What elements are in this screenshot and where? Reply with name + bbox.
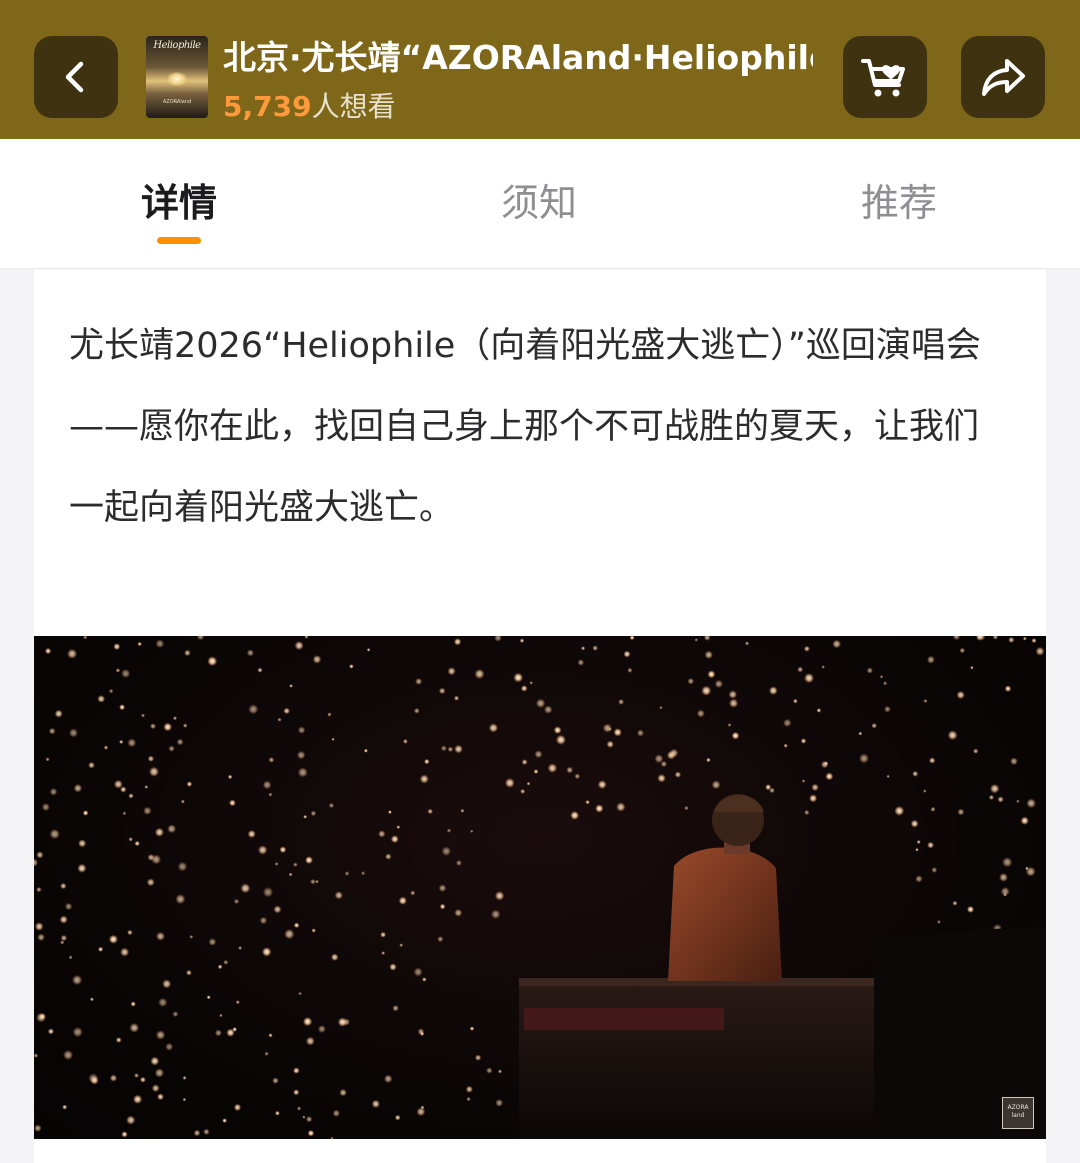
cart-button[interactable] xyxy=(843,36,927,118)
concert-photo: AZORA land xyxy=(34,636,1046,1139)
poster-small-logo: AZORAland xyxy=(162,99,192,105)
poster-logo: Heliophile xyxy=(153,40,201,51)
photo-watermark: AZORA land xyxy=(1002,1097,1034,1129)
want-to-see: 5,739人想看 xyxy=(223,88,396,126)
piano xyxy=(519,926,1046,1139)
concert-scene xyxy=(34,636,1046,1139)
tab-bar: 详情 须知 推荐 xyxy=(0,139,1080,269)
share-button[interactable] xyxy=(961,36,1045,118)
tab-notice[interactable]: 须知 xyxy=(449,177,629,229)
event-description: 尤长靖2026“Heliophile（向着阳光盛大逃亡）”巡回演唱会——愿你在此… xyxy=(69,326,981,528)
pianist xyxy=(668,794,782,981)
tab-recommend[interactable]: 推荐 xyxy=(809,177,989,229)
detail-card: 尤长靖2026“Heliophile（向着阳光盛大逃亡）”巡回演唱会——愿你在此… xyxy=(34,270,1046,1163)
active-tab-indicator xyxy=(157,237,201,244)
event-title: 北京·尤长靖“AZORAland·Heliophile… xyxy=(223,38,813,77)
event-poster-thumbnail[interactable]: Heliophile AZORAland xyxy=(146,36,208,118)
want-count: 5,739 xyxy=(223,90,312,123)
top-bar: Heliophile AZORAland 北京·尤长靖“AZORAland·He… xyxy=(0,0,1080,139)
poster-sun xyxy=(167,72,187,86)
back-button[interactable] xyxy=(34,36,118,118)
cart-heart-icon xyxy=(861,59,905,97)
want-label: 人想看 xyxy=(311,90,396,123)
share-arrow-icon xyxy=(982,59,1025,96)
tab-details[interactable]: 详情 xyxy=(89,177,269,229)
chevron-left-icon xyxy=(65,61,84,93)
